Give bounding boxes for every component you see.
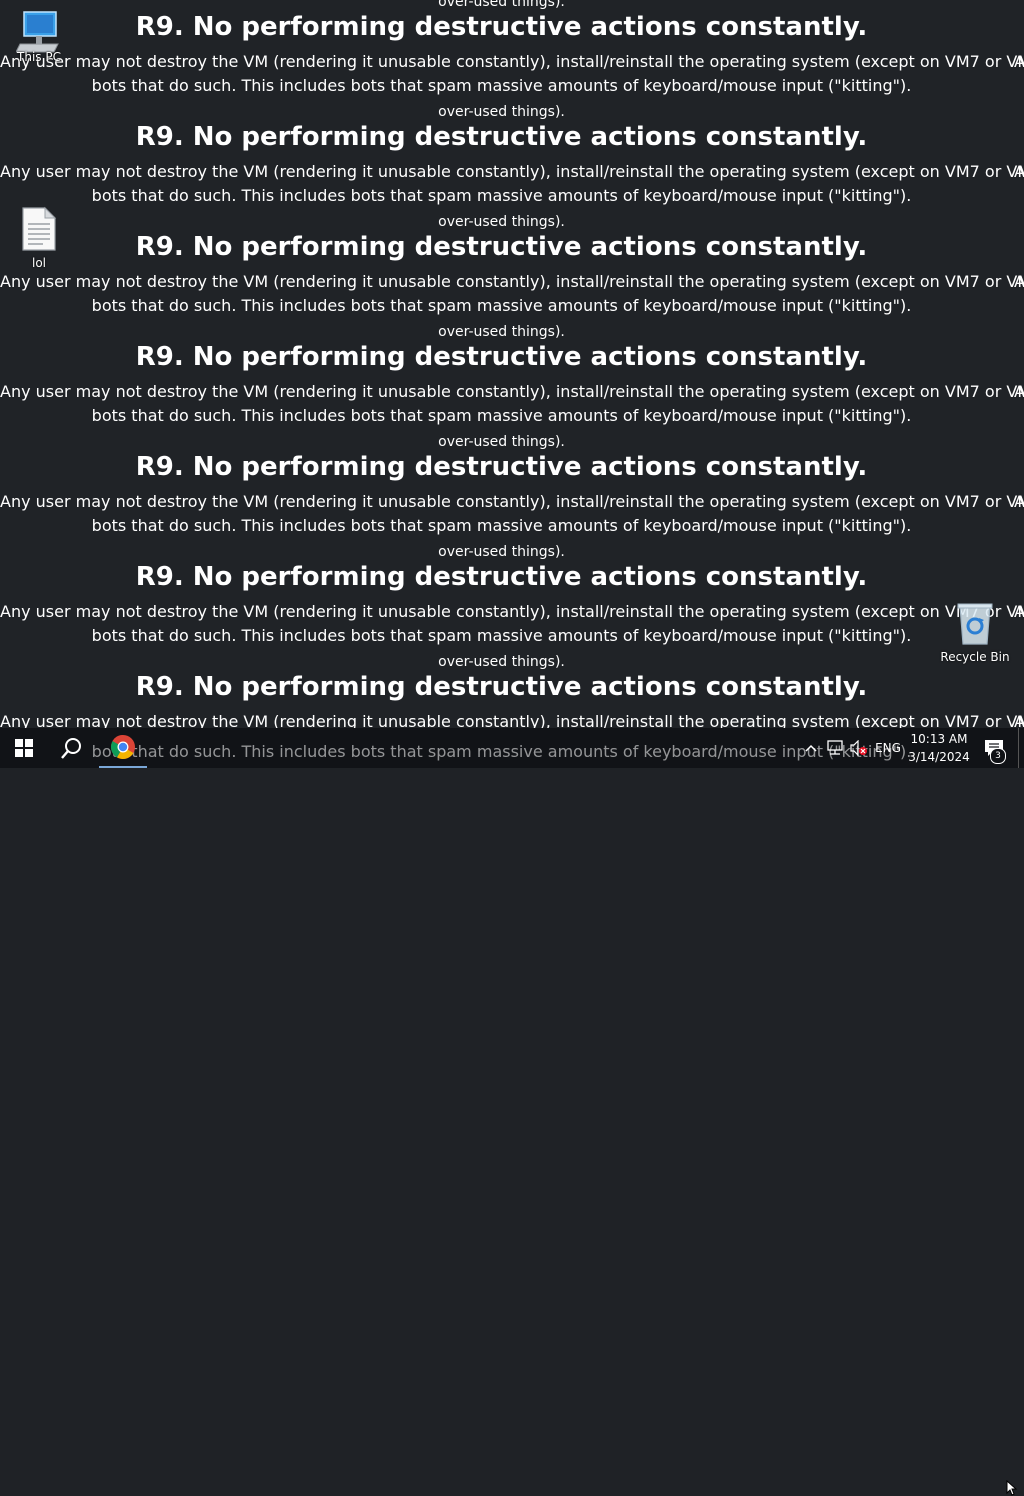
- search-icon: [61, 738, 81, 759]
- rule-tail: over-used things).: [438, 0, 565, 10]
- recycle-bin-icon: [957, 603, 993, 645]
- rule-edge: A: [1014, 382, 1024, 401]
- chrome-icon: [110, 735, 135, 760]
- rule-edge: A: [1014, 162, 1024, 181]
- rule-block: over-used things). R9. No performing des…: [0, 324, 1024, 434]
- rule-title: R9. No performing destructive actions co…: [135, 232, 868, 262]
- rule-line-1: Any user may not destroy the VM (renderi…: [0, 272, 1024, 291]
- chrome-taskbar-button[interactable]: [99, 728, 147, 768]
- rule-tail: over-used things).: [438, 324, 565, 340]
- rule-line-1: Any user may not destroy the VM (renderi…: [0, 712, 1024, 728]
- rule-line-2: bots that do such. This includes bots th…: [91, 186, 912, 205]
- rule-line-2: bots that do such. This includes bots th…: [91, 626, 912, 645]
- rule-line-2: bots that do such. This includes bots th…: [91, 516, 912, 535]
- rule-tail: over-used things).: [438, 104, 565, 120]
- computer-icon: [16, 11, 59, 53]
- notification-center-button[interactable]: 3: [978, 728, 1010, 768]
- rule-title: R9. No performing destructive actions co…: [135, 672, 868, 702]
- desktop: over-used things). R9. No performing des…: [0, 0, 1024, 728]
- this-pc-desktop-icon[interactable]: This PC: [0, 10, 78, 64]
- rule-line-1: Any user may not destroy the VM (renderi…: [0, 52, 1024, 71]
- rule-edge: A: [1014, 492, 1024, 511]
- rule-line-1: Any user may not destroy the VM (renderi…: [0, 492, 1024, 511]
- rule-tail: over-used things).: [438, 544, 565, 560]
- this-pc-label: This PC: [17, 50, 61, 64]
- rule-edge: A: [1014, 602, 1024, 621]
- show-desktop-button[interactable]: [1018, 728, 1024, 768]
- rule-tail: over-used things).: [438, 434, 565, 450]
- rule-body: Any user may not destroy the VM (renderi…: [0, 160, 1024, 208]
- rule-edge: A: [1014, 272, 1024, 291]
- search-button[interactable]: [48, 728, 96, 768]
- rule-tail: over-used things).: [438, 654, 565, 670]
- rule-body: Any user may not destroy the VM (renderi…: [0, 710, 1024, 728]
- rule-block: over-used things). R9. No performing des…: [0, 434, 1024, 544]
- text-file-icon: [22, 206, 57, 251]
- rule-line-2: bots that do such. This includes bots th…: [91, 406, 912, 425]
- rule-line-1: Any user may not destroy the VM (renderi…: [0, 382, 1024, 401]
- lol-file-desktop-icon[interactable]: lol: [0, 206, 78, 270]
- tray-overflow-button[interactable]: [800, 728, 822, 768]
- rule-edge: A: [1014, 712, 1024, 728]
- recycle-bin-desktop-icon[interactable]: Recycle Bin: [936, 602, 1014, 664]
- taskbar: bots that do such. This includes bots th…: [0, 728, 1024, 1496]
- notification-count-badge: 3: [990, 748, 1006, 764]
- rule-line-1: Any user may not destroy the VM (renderi…: [0, 162, 1024, 181]
- rule-body: Any user may not destroy the VM (renderi…: [0, 50, 1024, 98]
- rule-body: Any user may not destroy the VM (renderi…: [0, 490, 1024, 538]
- rule-block: over-used things). R9. No performing des…: [0, 104, 1024, 214]
- recycle-bin-label: Recycle Bin: [940, 650, 1010, 664]
- rule-title: R9. No performing destructive actions co…: [135, 122, 868, 152]
- rule-title: R9. No performing destructive actions co…: [135, 562, 868, 592]
- rule-block: over-used things). R9. No performing des…: [0, 0, 1024, 104]
- rule-title: R9. No performing destructive actions co…: [135, 342, 868, 372]
- rule-block: over-used things). R9. No performing des…: [0, 214, 1024, 324]
- volume-muted-icon: [850, 740, 867, 756]
- rule-body: Any user may not destroy the VM (renderi…: [0, 600, 1024, 648]
- rule-line-1: Any user may not destroy the VM (renderi…: [0, 602, 1024, 621]
- clock-time: 10:13 AM: [910, 732, 968, 746]
- rule-tail: over-used things).: [438, 214, 565, 230]
- clock[interactable]: 10:13 AM 3/14/2024: [900, 730, 978, 766]
- rule-edge: A: [1014, 52, 1024, 71]
- rule-title: R9. No performing destructive actions co…: [135, 452, 868, 482]
- rule-block: over-used things). R9. No performing des…: [0, 654, 1024, 728]
- rule-body: Any user may not destroy the VM (renderi…: [0, 270, 1024, 318]
- chevron-up-icon: [805, 744, 817, 752]
- rule-body: Any user may not destroy the VM (renderi…: [0, 380, 1024, 428]
- network-tray-button[interactable]: [824, 728, 846, 768]
- clock-date: 3/14/2024: [908, 750, 970, 764]
- mouse-cursor-icon: [1006, 1480, 1018, 1496]
- volume-tray-button[interactable]: [848, 728, 870, 768]
- network-icon: [827, 740, 843, 755]
- rule-block: over-used things). R9. No performing des…: [0, 544, 1024, 654]
- rule-line-2: bots that do such. This includes bots th…: [91, 76, 912, 95]
- lol-label: lol: [31, 256, 46, 270]
- start-button[interactable]: [0, 728, 48, 768]
- rule-title: R9. No performing destructive actions co…: [135, 12, 868, 42]
- windows-logo-icon: [15, 739, 33, 757]
- rule-line-2: bots that do such. This includes bots th…: [91, 296, 912, 315]
